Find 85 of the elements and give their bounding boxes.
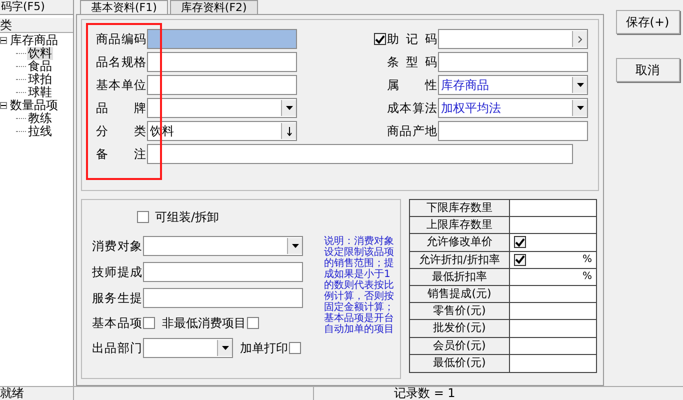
input-field[interactable]: [143, 262, 303, 282]
dropdown-button[interactable]: [287, 238, 302, 254]
input-field[interactable]: [147, 29, 297, 49]
field-label: 成本算法: [387, 100, 437, 117]
checked-checkbox[interactable]: [514, 236, 526, 248]
checkbox-label: 加单打印: [240, 340, 288, 357]
grid-label: 最低价(元): [410, 354, 510, 372]
checked-checkbox[interactable]: [514, 254, 526, 266]
down-arrow-button[interactable]: [281, 123, 296, 139]
tree-item[interactable]: 球鞋: [27, 86, 53, 99]
grid-label: 上限库存数里: [410, 217, 510, 234]
grid-label: 零售价(元): [410, 303, 510, 320]
checked-checkbox[interactable]: [374, 33, 386, 45]
tree-item[interactable]: 数量品项: [9, 99, 59, 112]
unit-label: %: [582, 270, 592, 284]
caret-icon: [576, 106, 584, 110]
tree-item[interactable]: 教练: [27, 112, 53, 125]
tree-item[interactable]: 球拍: [27, 73, 53, 86]
dropdown-button[interactable]: [281, 100, 296, 116]
grid-label: 会员价(元): [410, 338, 510, 354]
field-label: 条 型 码: [387, 54, 437, 71]
field-label: 技师提成: [92, 264, 142, 281]
tree-item[interactable]: 食品: [27, 60, 53, 73]
collapse-icon[interactable]: [0, 37, 7, 44]
input-field[interactable]: [147, 52, 297, 72]
field-label: 属 性: [387, 77, 437, 94]
grid-label: 最低折扣率: [410, 268, 510, 285]
tree-item[interactable]: 拉线: [27, 125, 53, 138]
tree-header: 类: [0, 18, 73, 33]
grid-label: 下限库存数里: [410, 200, 510, 216]
field-label: 基本单位: [96, 77, 146, 94]
caret-icon: [576, 83, 584, 87]
record-count: 记录数 = 1: [393, 387, 456, 400]
search-field[interactable]: 码字(F5): [0, 0, 73, 15]
browse-button[interactable]: [572, 31, 587, 47]
field-label: 助 记 码: [387, 31, 437, 48]
field-label: 商品产地: [387, 123, 437, 140]
collapse-icon[interactable]: [0, 102, 7, 109]
input-field[interactable]: [438, 121, 588, 141]
caret-icon: [222, 346, 228, 350]
input-field[interactable]: [147, 144, 573, 164]
dropdown-button[interactable]: [572, 77, 587, 93]
grid-label: 批发价(元): [410, 320, 510, 336]
note-text: 说明：消费对象设定限制该品项的销售范围；提成如果是小于1的数则代表按比例计算，否则按固定金额计算；基本品项是开台自动加单的项目: [324, 234, 395, 335]
tab[interactable]: 库存资料(F2): [170, 0, 258, 14]
action-button[interactable]: 取消: [616, 58, 680, 82]
caret-icon: [292, 244, 298, 248]
dropdown-button[interactable]: [572, 100, 587, 116]
input-field[interactable]: [438, 52, 588, 72]
checkbox-label: 非最低消费项目: [162, 315, 246, 332]
action-button[interactable]: 保存(+): [616, 10, 680, 34]
unit-label: %: [582, 253, 592, 268]
dropdown-field[interactable]: [147, 98, 297, 118]
tab[interactable]: 基本资料(F1): [80, 0, 168, 15]
grid-label: 允许修改单价: [410, 234, 510, 251]
status-text: 就绪: [0, 387, 74, 400]
grid-label: 允许折扣/折扣率: [410, 252, 510, 268]
caret-icon: [286, 106, 292, 110]
dropdown-field[interactable]: [143, 236, 303, 256]
dropdown-field[interactable]: 库存商品: [438, 75, 588, 95]
down-arrow-icon: [286, 126, 292, 136]
tree-item[interactable]: 库存商品: [9, 34, 59, 47]
input-field[interactable]: [438, 29, 588, 49]
checkbox[interactable]: [143, 317, 155, 329]
input-field[interactable]: [143, 288, 303, 308]
field-label: 备 注: [96, 146, 146, 163]
tree-item[interactable]: 饮料: [27, 47, 53, 60]
dropdown-field[interactable]: [143, 338, 233, 358]
dropdown-field[interactable]: 加权平均法: [438, 98, 588, 118]
field-label: 基本品项: [92, 315, 142, 332]
checkbox-label: 可组装/拆卸: [155, 209, 220, 226]
field-label: 商品编码: [96, 31, 146, 48]
grid-label: 销售提成(元): [410, 286, 510, 302]
field-label: 分 类: [96, 123, 146, 140]
checkbox[interactable]: [137, 211, 149, 223]
input-field[interactable]: [147, 75, 297, 95]
checkbox[interactable]: [289, 342, 301, 354]
dropdown-button[interactable]: [217, 340, 232, 356]
field-label: 品 牌: [96, 100, 146, 117]
chevron-right-icon: [578, 36, 582, 42]
field-label: 品名规格: [96, 54, 146, 71]
field-label: 消费对象: [92, 238, 142, 255]
field-label: 服务生提: [92, 290, 142, 307]
field-label: 出品部门: [92, 340, 142, 357]
checkbox[interactable]: [247, 317, 259, 329]
